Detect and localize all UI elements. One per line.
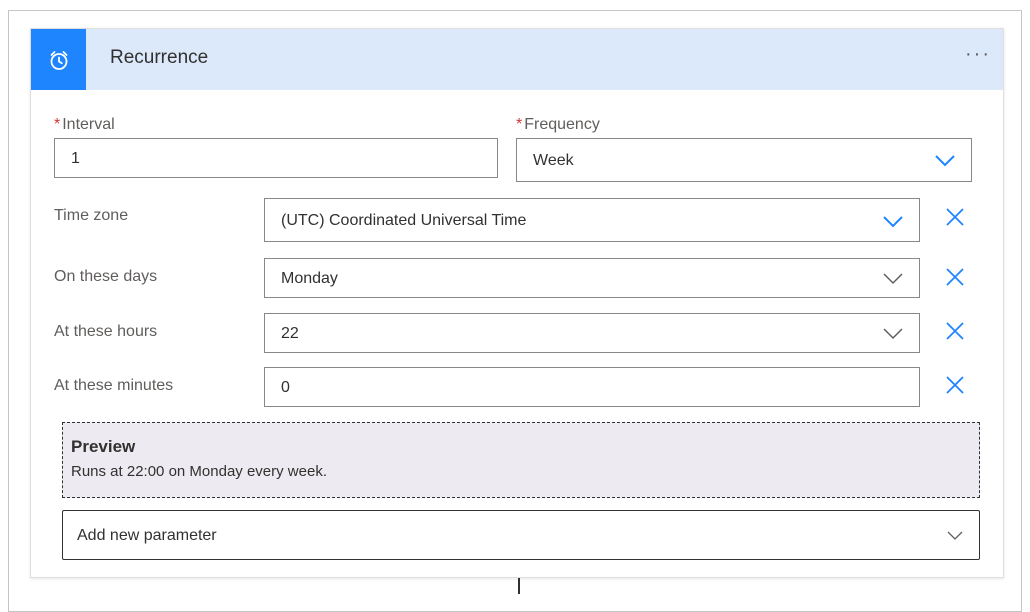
interval-input[interactable]: 1 [54, 138, 498, 178]
add-new-parameter-dropdown[interactable]: Add new parameter [62, 510, 980, 560]
minutes-label: At these minutes [54, 377, 174, 394]
hours-dropdown[interactable]: 22 [264, 313, 920, 353]
remove-minutes-close-icon[interactable] [943, 373, 967, 397]
days-dropdown[interactable]: Monday [264, 258, 920, 298]
recurrence-card: Recurrence ··· * Interval 1 * Frequency We… [30, 28, 1004, 578]
required-marker: * [54, 116, 61, 133]
chevron-down-icon [883, 328, 903, 340]
frequency-dropdown[interactable]: Week [516, 138, 972, 182]
chevron-down-icon [883, 216, 903, 228]
timezone-dropdown[interactable]: (UTC) Coordinated Universal Time [264, 198, 920, 242]
remove-days-close-icon[interactable] [943, 265, 967, 289]
more-options-button[interactable]: ··· [965, 43, 991, 66]
frequency-label: * Frequency [516, 116, 600, 133]
days-label: On these days [54, 268, 158, 285]
card-header[interactable]: Recurrence ··· [31, 29, 1003, 90]
minutes-input[interactable]: 0 [264, 367, 920, 407]
remove-hours-close-icon[interactable] [943, 319, 967, 343]
card-title: Recurrence [110, 47, 209, 68]
timezone-label: Time zone [54, 207, 129, 224]
chevron-down-icon [947, 531, 963, 540]
preview-panel: Preview Runs at 22:00 on Monday every we… [62, 422, 980, 498]
preview-title: Preview [71, 437, 136, 456]
interval-label: * Interval [54, 116, 115, 133]
chevron-down-icon [883, 273, 903, 285]
required-marker: * [516, 116, 523, 133]
alarm-clock-icon [31, 29, 86, 90]
chevron-down-icon [935, 155, 955, 167]
hours-label: At these hours [54, 323, 158, 340]
remove-timezone-close-icon[interactable] [943, 205, 967, 229]
preview-text: Runs at 22:00 on Monday every week. [71, 463, 327, 480]
